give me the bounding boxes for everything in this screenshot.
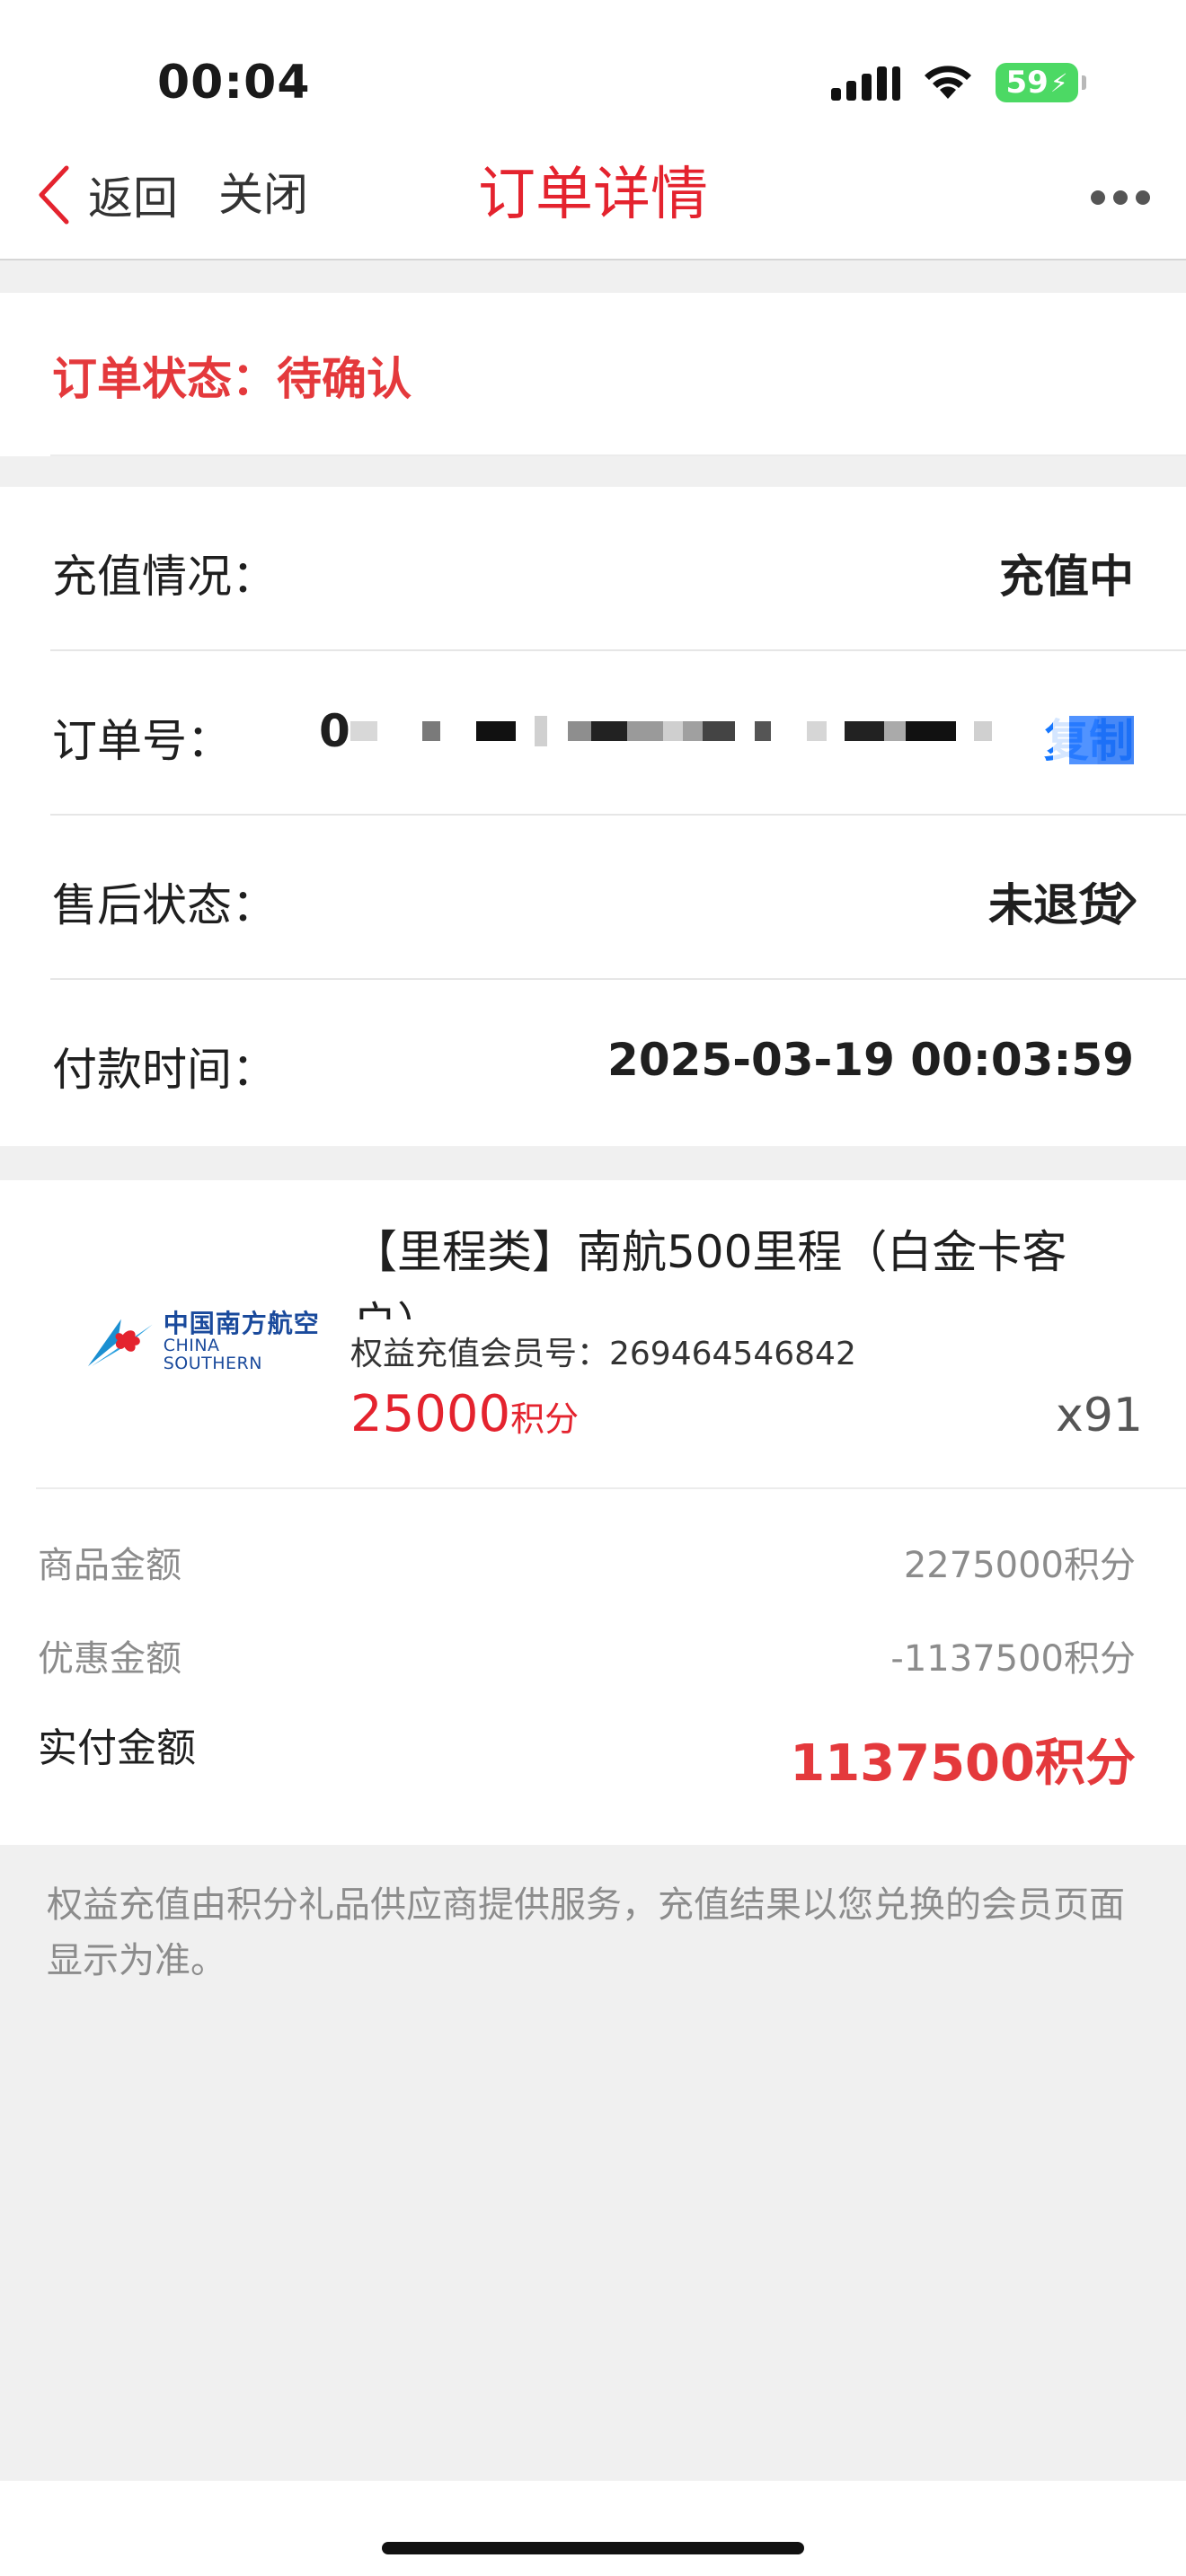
nav-bar: 返回 关闭 订单详情 <box>0 135 1186 260</box>
recharge-status-label: 充值情况： <box>52 551 277 603</box>
discount-amount-label: 优惠金额 <box>38 1638 181 1680</box>
logo-text: 中国南方航空 CHINA SOUTHERN <box>164 1310 320 1372</box>
logo-en: CHINA SOUTHERN <box>163 1335 262 1373</box>
order-status-text: 订单状态：待确认 <box>52 353 412 405</box>
goods-amount-label: 商品金额 <box>38 1545 181 1586</box>
battery-icon: 59 ⚡ <box>996 63 1086 102</box>
battery-level: 59 <box>1005 65 1049 101</box>
member-number: 权益充值会员号：269464546842 <box>350 1336 856 1372</box>
cellular-signal-icon <box>831 65 900 101</box>
goods-amount-value: 2275000积分 <box>903 1545 1136 1586</box>
order-number-value: 0 <box>319 705 350 757</box>
china-southern-logo: 中国南方航空 CHINA SOUTHERN <box>86 1310 320 1372</box>
after-sale-value: 未退货 <box>988 879 1123 931</box>
quantity: x91 <box>1056 1389 1143 1442</box>
wifi-icon <box>925 66 971 99</box>
home-bar <box>0 2481 1186 2576</box>
discount-amount-value: -1137500积分 <box>890 1638 1136 1680</box>
payment-time-value: 2025-03-19 00:03:59 <box>607 1034 1134 1086</box>
logo-cn: 中国南方航空 <box>163 1309 320 1339</box>
unit-price-value: 25000 <box>350 1385 511 1443</box>
status-time: 00:04 <box>157 56 311 110</box>
home-indicator[interactable] <box>382 2542 804 2554</box>
discount-amount-row: 优惠金额 -1137500积分 <box>0 1620 1186 1683</box>
divider <box>36 1487 1186 1489</box>
status-icons: 59 ⚡ <box>831 63 1086 102</box>
payment-time-row: 付款时间： 2025-03-19 00:03:59 <box>0 980 1186 1144</box>
recharge-status-value: 充值中 <box>999 551 1134 603</box>
after-sale-row[interactable]: 售后状态： 未退货 <box>0 816 1186 980</box>
divider <box>50 454 1186 456</box>
recharge-status-row: 充值情况： 充值中 <box>0 487 1186 651</box>
paid-amount-value: 1137500积分 <box>790 1734 1136 1793</box>
after-sale-label: 售后状态： <box>52 879 277 931</box>
order-number-row: 订单号： 0 复制 <box>0 651 1186 816</box>
order-status-section: 订单状态：待确认 <box>0 293 1186 456</box>
unit-price: 25000积分 <box>350 1385 579 1443</box>
more-options-icon[interactable] <box>1091 190 1150 205</box>
order-info-card: 充值情况： 充值中 订单号： 0 售后状态： 未退货 付款时间： 2025-03… <box>0 487 1186 1146</box>
product-card: 中国南方航空 CHINA SOUTHERN 【里程类】南航500里程（白金卡客户… <box>0 1180 1186 1845</box>
product-name[interactable]: 【里程类】南航500里程（白金卡客户） <box>352 1216 1125 1319</box>
kapok-flower-logo-icon <box>87 1319 153 1367</box>
payment-time-label: 付款时间： <box>52 1044 277 1096</box>
chevron-right-icon <box>1115 881 1137 921</box>
goods-amount-row: 商品金额 2275000积分 <box>0 1527 1186 1590</box>
paid-amount-row: 实付金额 1137500积分 <box>0 1707 1186 1793</box>
order-number-label: 订单号： <box>52 715 232 767</box>
unit-price-unit: 积分 <box>510 1399 580 1439</box>
paid-amount-label: 实付金额 <box>38 1725 196 1771</box>
page-title: 订单详情 <box>478 162 708 228</box>
charging-bolt-icon: ⚡ <box>1049 67 1068 98</box>
order-detail-page: 00:04 59 ⚡ 返回 关闭 订单详情 订单状态：待确认 充值情况： 充值中… <box>0 0 1186 2576</box>
status-bar: 00:04 59 ⚡ <box>0 0 1186 135</box>
service-notice: 权益充值由积分礼品供应商提供服务，充值结果以您兑换的会员页面显示为准。 <box>47 1884 1125 1981</box>
copy-button-redaction <box>1053 716 1134 764</box>
